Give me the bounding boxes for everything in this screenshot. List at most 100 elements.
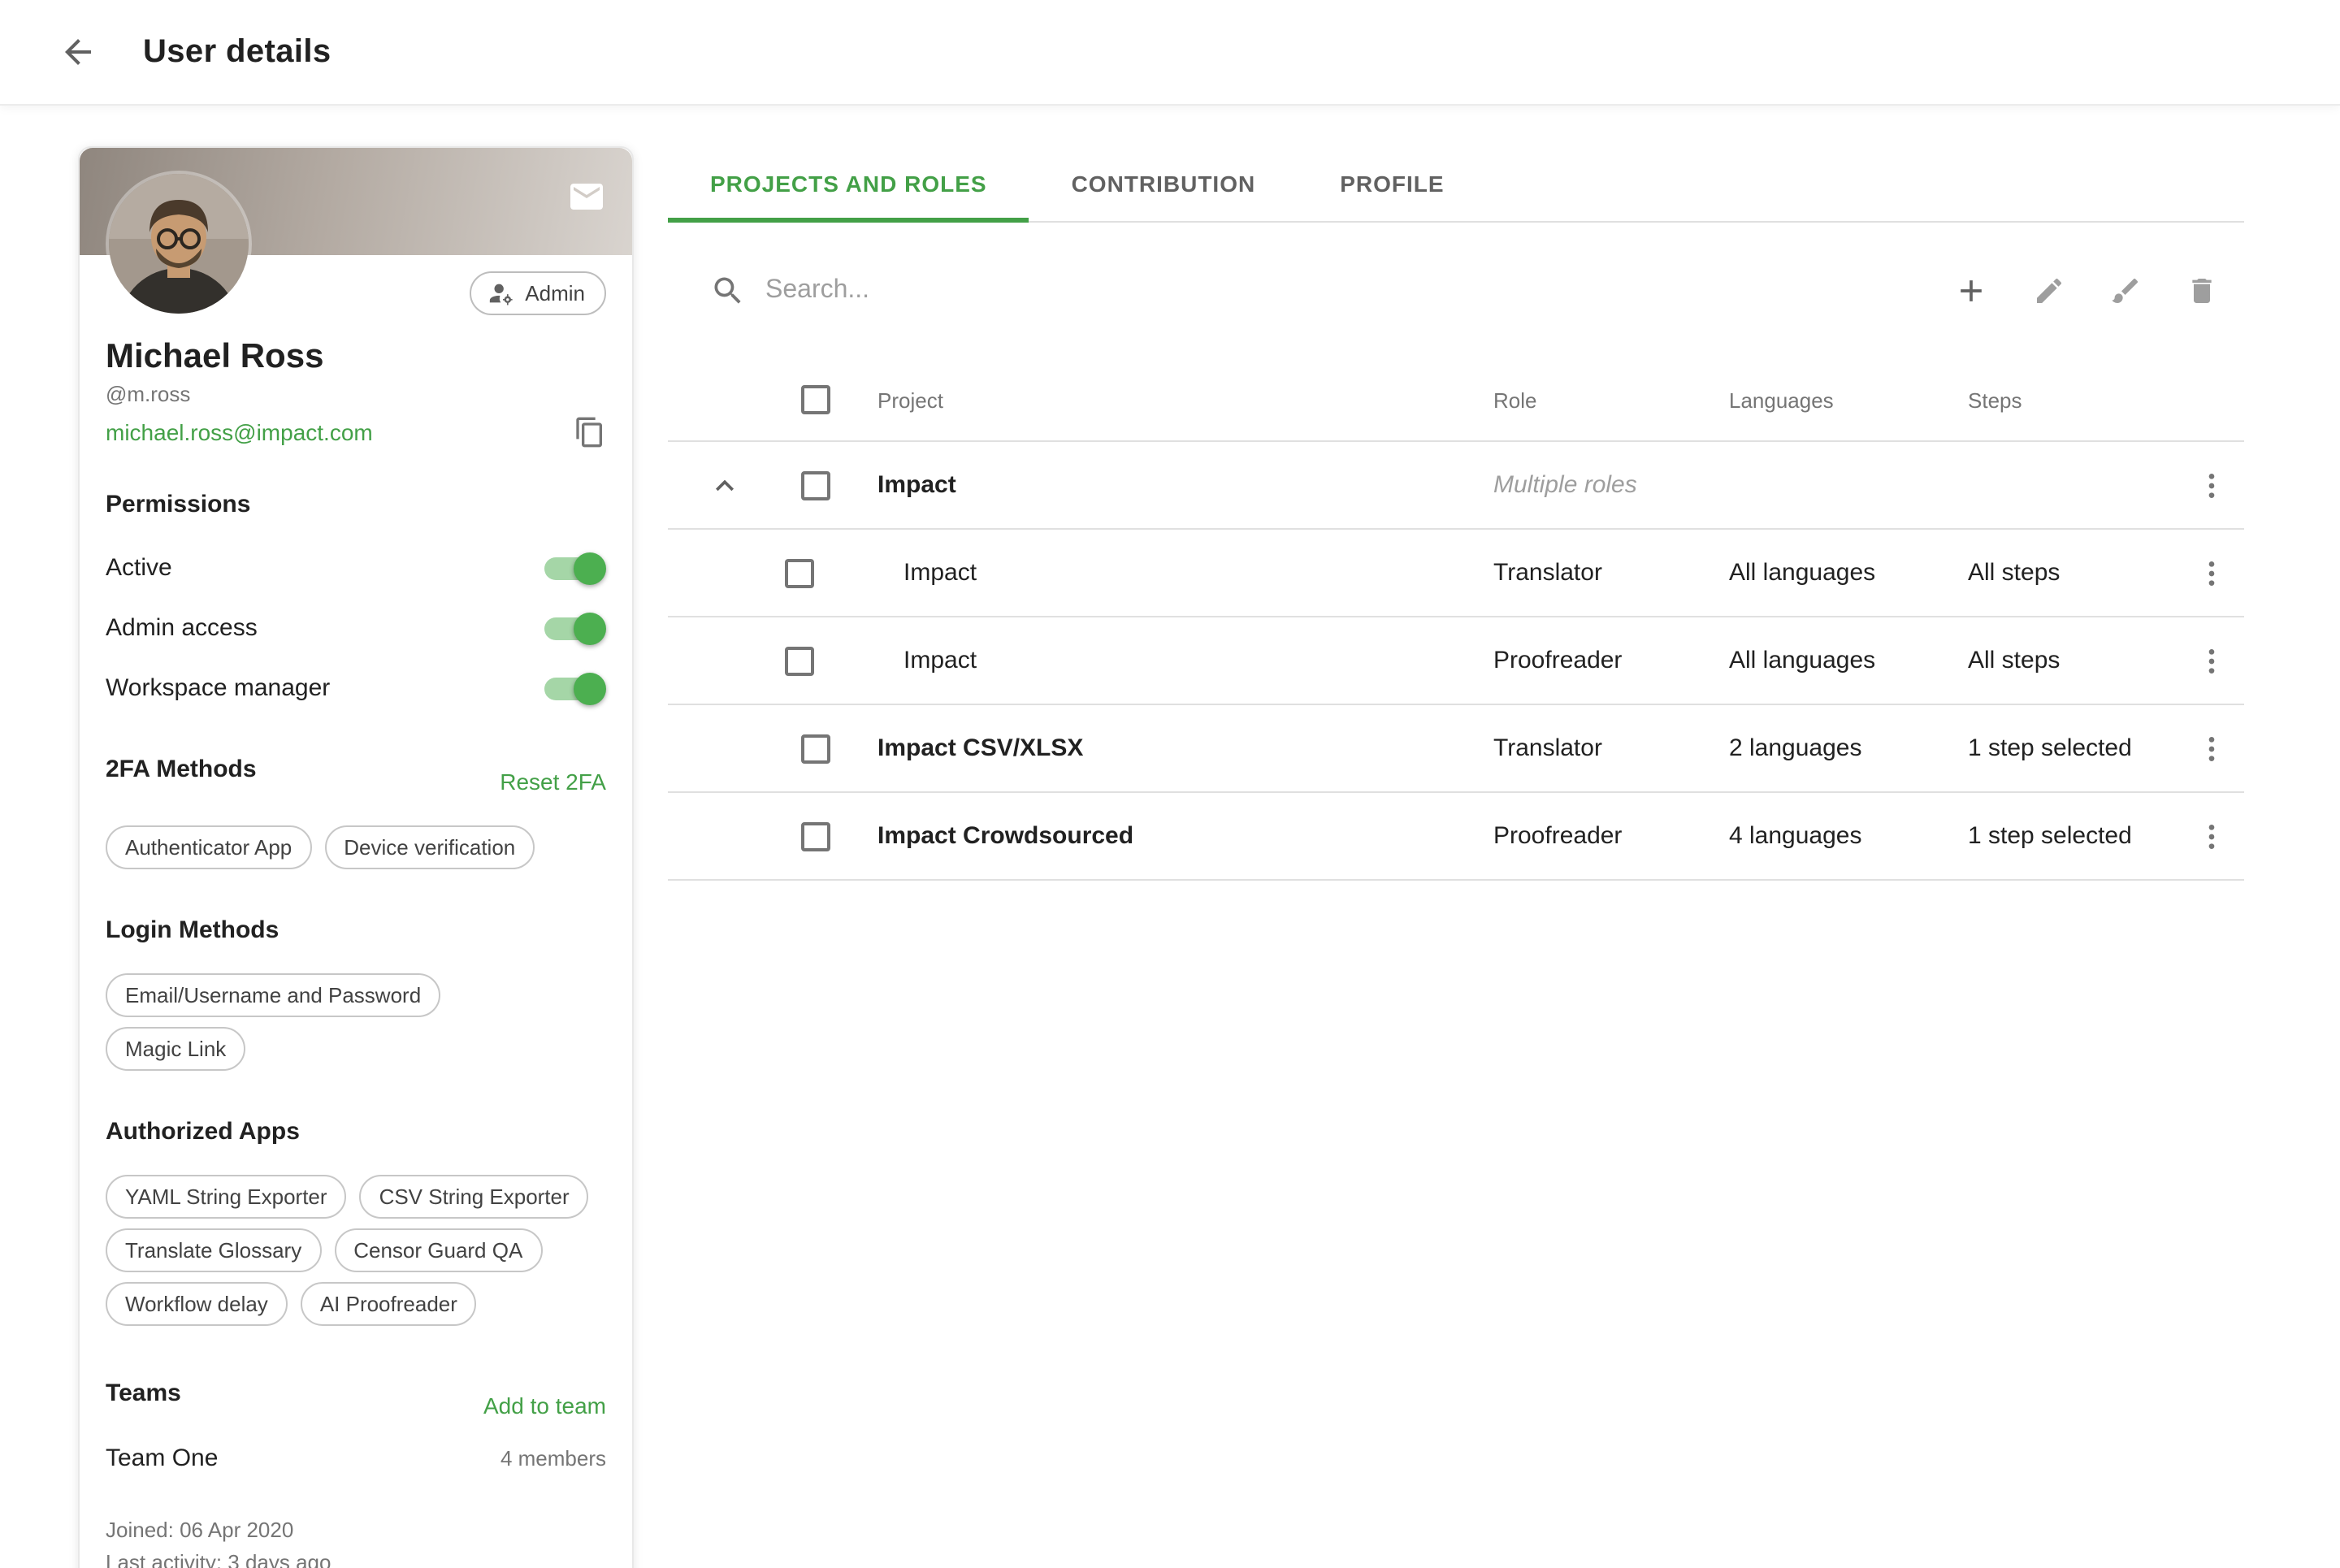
team-members-count: 4 members bbox=[500, 1446, 606, 1471]
authorized-apps-heading: Authorized Apps bbox=[106, 1118, 606, 1146]
project-name: Impact CSV/XLSX bbox=[850, 734, 1493, 762]
collapse-button[interactable] bbox=[668, 467, 762, 503]
toggle-knob-icon bbox=[574, 612, 606, 644]
steps-value: 1 step selected bbox=[1968, 734, 2179, 762]
kebab-icon bbox=[2195, 820, 2228, 852]
chip-yaml-string-exporter[interactable]: YAML String Exporter bbox=[106, 1175, 347, 1219]
steps-value: All steps bbox=[1968, 647, 2179, 674]
chip-csv-string-exporter[interactable]: CSV String Exporter bbox=[360, 1175, 589, 1219]
table-body: ImpactMultiple rolesImpactTranslatorAll … bbox=[668, 442, 2244, 881]
search-input[interactable] bbox=[762, 275, 1953, 307]
row-checkbox[interactable] bbox=[785, 646, 814, 675]
row-menu-button[interactable] bbox=[2179, 732, 2244, 765]
topbar: User details bbox=[0, 0, 2340, 104]
checkbox-cell bbox=[762, 558, 850, 587]
checkbox-cell bbox=[762, 646, 850, 675]
chip-email-username-and-password[interactable]: Email/Username and Password bbox=[106, 973, 440, 1017]
permission-row-admin-access: Admin access bbox=[106, 603, 606, 653]
user-handle: @m.ross bbox=[106, 382, 606, 406]
languages-value: All languages bbox=[1729, 647, 1968, 674]
permission-row-workspace-manager: Workspace manager bbox=[106, 663, 606, 713]
chip-magic-link[interactable]: Magic Link bbox=[106, 1027, 245, 1071]
project-name: Impact bbox=[850, 647, 1493, 674]
reset-2fa-link[interactable]: Reset 2FA bbox=[500, 769, 606, 795]
viewport: User details bbox=[0, 0, 2340, 1568]
kebab-icon bbox=[2195, 557, 2228, 589]
profile-card-body: Admin Michael Ross @m.ross michael.ross@… bbox=[80, 271, 632, 1568]
toggle-knob-icon bbox=[574, 672, 606, 704]
twofa-heading: 2FA Methods bbox=[106, 756, 257, 783]
permission-toggles: Active Admin access Workspace manager bbox=[106, 543, 606, 713]
chip-device-verification[interactable]: Device verification bbox=[324, 825, 535, 869]
toggle-switch-workspace-manager[interactable] bbox=[544, 677, 600, 700]
column-languages: Languages bbox=[1729, 388, 1968, 412]
languages-value: 4 languages bbox=[1729, 822, 1968, 850]
chip-authenticator-app[interactable]: Authenticator App bbox=[106, 825, 311, 869]
table-header: Project Role Languages Steps bbox=[668, 359, 2244, 442]
toggle-switch-admin-access[interactable] bbox=[544, 617, 600, 639]
table-row: ImpactProofreaderAll languagesAll steps bbox=[668, 617, 2244, 705]
chip-translate-glossary[interactable]: Translate Glossary bbox=[106, 1228, 321, 1272]
column-project: Project bbox=[850, 388, 1493, 412]
delete-button[interactable] bbox=[2186, 275, 2218, 307]
role-value: Translator bbox=[1493, 559, 1729, 587]
checkbox-cell bbox=[762, 821, 850, 851]
permission-label: Admin access bbox=[106, 614, 258, 642]
table-row: ImpactMultiple roles bbox=[668, 442, 2244, 530]
user-meta: Joined: 06 Apr 2020Last activity: 3 days… bbox=[106, 1514, 606, 1568]
add-button[interactable] bbox=[1953, 273, 1989, 309]
twofa-chips: Authenticator App Device verification bbox=[106, 821, 606, 874]
admin-badge: Admin bbox=[470, 271, 606, 315]
toggle-knob-icon bbox=[574, 552, 606, 584]
checkbox-cell bbox=[762, 734, 850, 763]
chip-workflow-delay[interactable]: Workflow delay bbox=[106, 1282, 288, 1326]
column-role: Role bbox=[1493, 388, 1729, 412]
kebab-icon bbox=[2195, 469, 2228, 501]
table-row: ImpactTranslatorAll languagesAll steps bbox=[668, 530, 2244, 617]
permission-label: Active bbox=[106, 554, 172, 582]
tab-profile[interactable]: PROFILE bbox=[1298, 146, 1486, 221]
row-menu-button[interactable] bbox=[2179, 557, 2244, 589]
select-all-cell bbox=[762, 385, 850, 414]
team-name[interactable]: Team One bbox=[106, 1445, 218, 1472]
row-menu-button[interactable] bbox=[2179, 820, 2244, 852]
permissions-heading: Permissions bbox=[106, 491, 606, 518]
steps-value: All steps bbox=[1968, 559, 2179, 587]
tab-projects-and-roles[interactable]: PROJECTS AND ROLES bbox=[668, 146, 1029, 221]
add-to-team-link[interactable]: Add to team bbox=[483, 1393, 606, 1419]
login-chips: Email/Username and Password Magic Link bbox=[106, 968, 606, 1076]
admin-badge-label: Admin bbox=[525, 281, 585, 305]
meta-line: Joined: 06 Apr 2020 bbox=[106, 1514, 606, 1546]
role-value: Translator bbox=[1493, 734, 1729, 762]
chevron-up-icon bbox=[707, 467, 743, 503]
row-checkbox[interactable] bbox=[801, 470, 830, 500]
user-email-link[interactable]: michael.ross@impact.com bbox=[106, 419, 373, 445]
back-button[interactable] bbox=[58, 32, 98, 71]
row-menu-button[interactable] bbox=[2179, 644, 2244, 677]
kebab-icon bbox=[2195, 732, 2228, 765]
table-row: Impact CrowdsourcedProofreader4 language… bbox=[668, 793, 2244, 881]
chip-censor-guard-qa[interactable]: Censor Guard QA bbox=[334, 1228, 542, 1272]
row-checkbox[interactable] bbox=[801, 821, 830, 851]
chip-ai-proofreader[interactable]: AI Proofreader bbox=[301, 1282, 477, 1326]
mail-icon[interactable] bbox=[567, 177, 606, 224]
search-icon bbox=[710, 273, 746, 309]
main-content: PROJECTS AND ROLESCONTRIBUTIONPROFILE Pr… bbox=[668, 146, 2244, 881]
profile-card: Admin Michael Ross @m.ross michael.ross@… bbox=[78, 146, 634, 1568]
kebab-icon bbox=[2195, 644, 2228, 677]
row-menu-button[interactable] bbox=[2179, 469, 2244, 501]
project-name: Impact Crowdsourced bbox=[850, 822, 1493, 850]
avatar bbox=[109, 174, 249, 314]
brush-button[interactable] bbox=[2109, 275, 2142, 307]
permission-row-active: Active bbox=[106, 543, 606, 593]
row-checkbox[interactable] bbox=[785, 558, 814, 587]
row-checkbox[interactable] bbox=[801, 734, 830, 763]
select-all-checkbox[interactable] bbox=[801, 385, 830, 414]
brush-icon bbox=[2109, 275, 2142, 307]
tab-contribution[interactable]: CONTRIBUTION bbox=[1029, 146, 1298, 221]
toggle-switch-active[interactable] bbox=[544, 557, 600, 579]
edit-button[interactable] bbox=[2033, 275, 2065, 307]
search-bar bbox=[710, 273, 1953, 309]
copy-email-button[interactable] bbox=[574, 416, 606, 448]
page: User details bbox=[0, 0, 2340, 1568]
